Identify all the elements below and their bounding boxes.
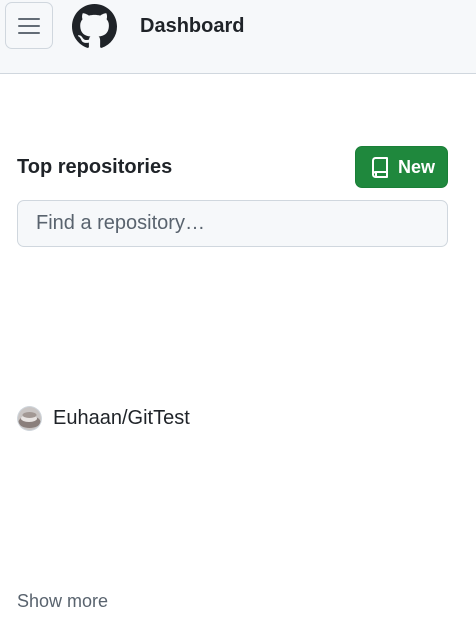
hamburger-icon xyxy=(18,17,40,34)
menu-button[interactable] xyxy=(5,2,53,49)
new-button-label: New xyxy=(398,156,436,177)
repo-icon xyxy=(372,157,388,178)
app-header: Dashboard xyxy=(0,0,476,74)
show-more-link[interactable]: Show more xyxy=(17,591,108,612)
page-title: Dashboard xyxy=(140,15,245,37)
github-logo-icon[interactable] xyxy=(72,4,117,49)
new-repository-button[interactable]: New xyxy=(355,146,448,188)
find-repository-input[interactable] xyxy=(17,200,448,247)
avatar xyxy=(17,405,42,431)
repository-item[interactable]: Euhaan/GitTest xyxy=(17,404,190,432)
top-repositories-heading: Top repositories xyxy=(17,156,173,178)
repository-link[interactable]: Euhaan/GitTest xyxy=(53,407,190,430)
